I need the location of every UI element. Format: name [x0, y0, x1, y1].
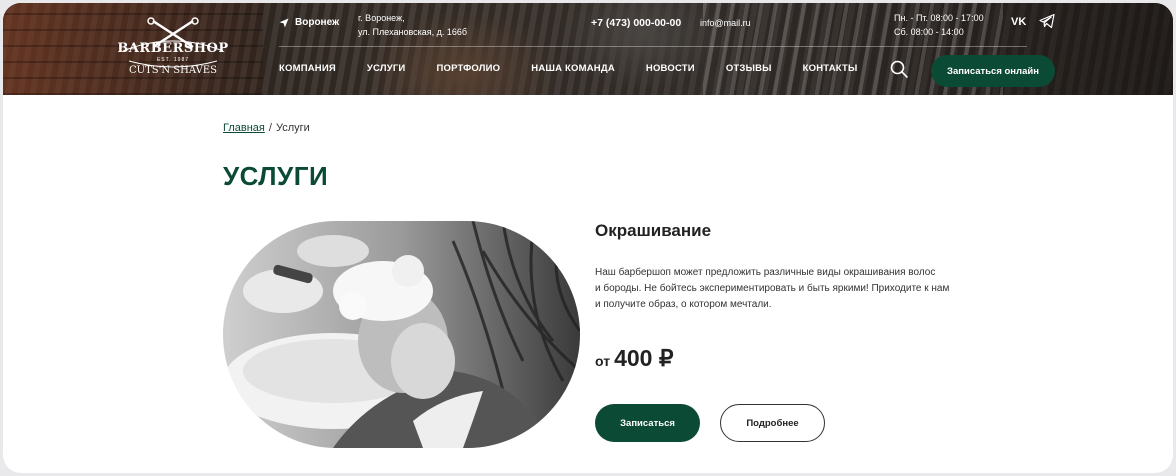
city-label: Воронеж: [295, 17, 340, 28]
address: г. Воронеж, ул. Плехановская, д. 166б: [358, 11, 467, 39]
address-line-1: г. Воронеж,: [358, 13, 405, 23]
telegram-icon[interactable]: [1039, 13, 1057, 31]
location-arrow-icon: [279, 18, 289, 28]
service-price: от 400 ₽: [595, 345, 673, 372]
email-link[interactable]: info@mail.ru: [700, 16, 751, 30]
book-online-button[interactable]: Записаться онлайн: [931, 55, 1055, 87]
nav-item-team[interactable]: НАША КОМАНДА: [531, 63, 615, 74]
breadcrumb-separator: /: [268, 122, 272, 134]
barbershop-logo[interactable]: BARBERSHOP EST. 1987 CUTS'N SHAVES: [117, 17, 229, 83]
city-selector[interactable]: Воронеж: [279, 16, 339, 30]
nav-item-news[interactable]: НОВОСТИ: [646, 63, 695, 74]
service-description-line: и получите образ, о котором мечтали.: [595, 299, 772, 310]
hours-saturday: Сб. 08:00 - 14:00: [894, 27, 964, 37]
nav-item-portfolio[interactable]: ПОРТФОЛИО: [436, 63, 500, 74]
page-frame: BARBERSHOP EST. 1987 CUTS'N SHAVES Ворон…: [3, 3, 1173, 473]
site-header: BARBERSHOP EST. 1987 CUTS'N SHAVES Ворон…: [3, 3, 1173, 95]
address-line-2: ул. Плехановская, д. 166б: [358, 27, 468, 37]
breadcrumb: Главная / Услуги: [223, 122, 310, 134]
book-service-button[interactable]: Записаться: [595, 404, 700, 442]
working-hours: Пн. - Пт. 08:00 - 17:00 Сб. 08:00 - 14:0…: [894, 11, 984, 39]
search-icon[interactable]: [889, 59, 909, 79]
breadcrumb-current: Услуги: [275, 122, 310, 134]
main-nav: КОМПАНИЯ УСЛУГИ ПОРТФОЛИО НАША КОМАНДА Н…: [279, 63, 889, 74]
phone-link[interactable]: +7 (473) 000-00-00: [591, 16, 681, 30]
service-title: Окрашивание: [595, 221, 712, 240]
price-prefix: от: [595, 353, 611, 369]
logo-title: BARBERSHOP: [117, 41, 229, 56]
service-description-line: и бороды. Не бойтесь экспериментировать …: [595, 283, 950, 294]
more-details-button[interactable]: Подробнее: [720, 404, 825, 442]
nav-item-company[interactable]: КОМПАНИЯ: [279, 63, 336, 74]
nav-item-services[interactable]: УСЛУГИ: [367, 63, 406, 74]
page-title: УСЛУГИ: [223, 161, 329, 191]
vk-icon[interactable]: VK: [1011, 13, 1029, 31]
nav-item-reviews[interactable]: ОТЗЫВЫ: [726, 63, 772, 74]
logo-established: EST. 1987: [156, 57, 190, 63]
price-value: 400 ₽: [614, 345, 674, 371]
service-description-line: Наш барбершоп может предложить различные…: [595, 267, 936, 278]
hours-weekdays: Пн. - Пт. 08:00 - 17:00: [894, 13, 984, 23]
logo-subtitle: CUTS'N SHAVES: [129, 65, 217, 76]
nav-item-contacts[interactable]: КОНТАКТЫ: [803, 63, 858, 74]
service-description: Наш барбершоп может предложить различные…: [595, 265, 955, 313]
service-photo: [223, 221, 580, 448]
header-divider: [279, 46, 1027, 47]
breadcrumb-home-link[interactable]: Главная: [223, 122, 265, 134]
